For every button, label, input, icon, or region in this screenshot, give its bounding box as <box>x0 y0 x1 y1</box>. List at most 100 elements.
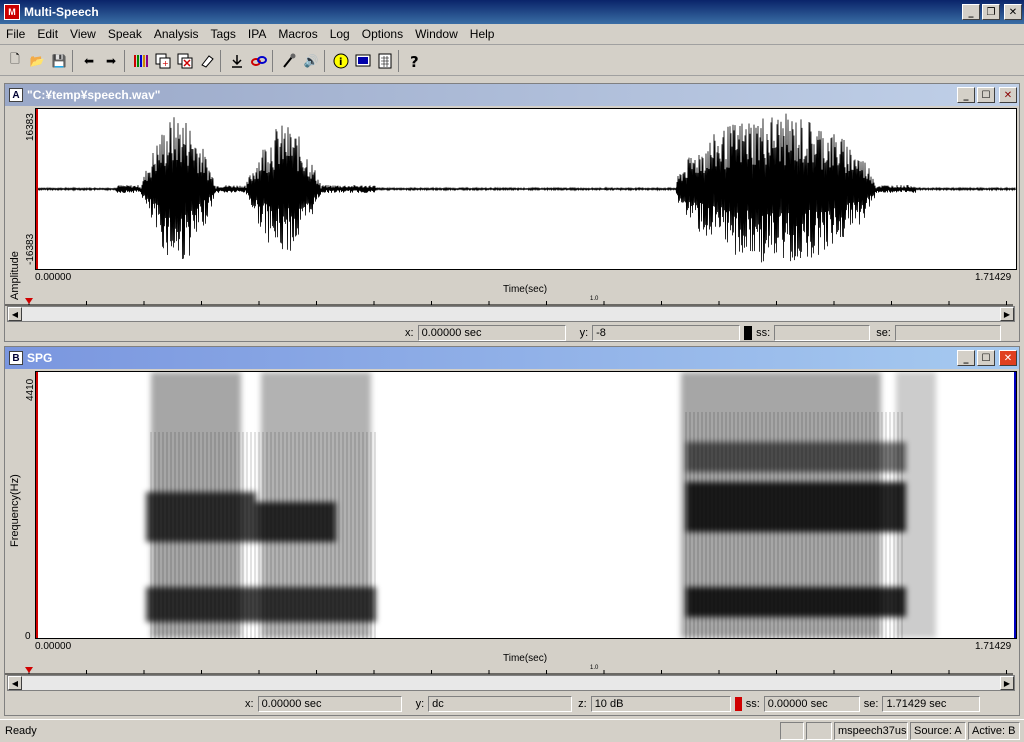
se-label: se: <box>876 327 891 339</box>
spectrogram-pane[interactable]: B SPG _ ☐ ✕ Frequency(Hz) 4410 0 0.00000… <box>4 346 1020 716</box>
microphone-icon[interactable] <box>278 50 300 72</box>
ss-label: ss: <box>745 698 760 710</box>
pane-minimize-button[interactable]: _ <box>957 350 975 366</box>
waveform-pane[interactable]: A "C:¥temp¥speech.wav" _ ☐ ✕ Amplitude 1… <box>4 83 1020 342</box>
open-folder-icon[interactable]: 📂 <box>26 50 48 72</box>
scroll-left-icon[interactable]: ◀ <box>8 676 22 690</box>
time-ruler[interactable]: 1.0 <box>5 296 1013 306</box>
ruler-mid-label: 1.0 <box>590 665 599 671</box>
x-value-field: 0.00000 sec <box>417 325 566 341</box>
y-value-field: dc <box>428 696 573 712</box>
status-empty-1 <box>780 722 804 740</box>
pane-maximize-button[interactable]: ☐ <box>977 350 995 366</box>
menu-speak[interactable]: Speak <box>102 27 148 41</box>
pane-letter: B <box>9 351 23 365</box>
eraser-icon[interactable] <box>196 50 218 72</box>
y-min-label: 0 <box>25 631 31 642</box>
spectrogram-region <box>146 587 376 622</box>
menu-view[interactable]: View <box>64 27 102 41</box>
menu-file[interactable]: File <box>0 27 31 41</box>
pane-maximize-button[interactable]: ☐ <box>977 87 995 103</box>
time-ruler[interactable]: 1.0 <box>5 665 1013 675</box>
status-source: Source: A <box>910 722 966 740</box>
end-marker[interactable] <box>1014 372 1016 638</box>
cursor-marker[interactable] <box>36 109 38 269</box>
ss-color-marker <box>744 326 753 340</box>
waveform-plot[interactable] <box>35 108 1017 270</box>
menu-tags[interactable]: Tags <box>205 27 242 41</box>
status-ready: Ready <box>5 725 37 737</box>
spectrogram-pane-titlebar[interactable]: B SPG _ ☐ ✕ <box>5 347 1019 369</box>
app-icon[interactable]: M <box>4 4 20 20</box>
download-icon[interactable] <box>226 50 248 72</box>
menu-edit[interactable]: Edit <box>31 27 64 41</box>
pane-close-button[interactable]: ✕ <box>999 87 1017 103</box>
pane-file-name: "C:¥temp¥speech.wav" <box>27 88 161 102</box>
waveform-trace <box>35 113 1016 263</box>
y-label: y: <box>415 698 425 710</box>
x-max-label: 1.71429 <box>975 641 1012 652</box>
start-marker-icon <box>25 298 33 304</box>
scroll-left-icon[interactable]: ◀ <box>8 307 22 321</box>
toolbar: 🗋 📂 💾 ⬅ ➡ + 🔊 i ? <box>0 46 1024 76</box>
restore-button[interactable]: ❐ <box>982 4 1000 20</box>
spectrogram-region <box>256 502 336 542</box>
pane-close-button[interactable]: ✕ <box>999 350 1017 366</box>
menu-analysis[interactable]: Analysis <box>148 27 205 41</box>
svg-text:i: i <box>339 57 342 68</box>
status-bar: Ready mspeech37use Source: A Active: B <box>0 719 1024 742</box>
monitor-icon[interactable] <box>352 50 374 72</box>
color-bars-icon[interactable] <box>130 50 152 72</box>
menu-bar: File Edit View Speak Analysis Tags IPA Macros Lo… <box>0 24 1024 45</box>
pane-minimize-button[interactable]: _ <box>957 87 975 103</box>
scroll-right-icon[interactable]: ▶ <box>1000 676 1014 690</box>
status-file: mspeech37use <box>834 722 908 740</box>
pane-name: SPG <box>27 351 53 365</box>
se-value-field: 1.71429 sec <box>882 696 981 712</box>
spectrogram-plot[interactable] <box>35 371 1017 639</box>
spectrogram-info-bar: x: 0.00000 sec y: dc z: 10 dB ss: 0.0000… <box>5 695 1019 713</box>
help-icon[interactable]: ? <box>404 50 426 72</box>
ss-value-field: 0.00000 sec <box>763 696 860 712</box>
y-axis-label: Frequency(Hz) <box>9 474 21 547</box>
x-axis-label: Time(sec) <box>503 653 548 664</box>
forward-arrow-icon[interactable]: ➡ <box>100 50 122 72</box>
spectrogram-region <box>686 442 906 472</box>
menu-options[interactable]: Options <box>356 27 409 41</box>
speaker-icon[interactable]: 🔊 <box>300 50 322 72</box>
horizontal-scrollbar[interactable]: ◀ ▶ <box>7 306 1015 322</box>
menu-help[interactable]: Help <box>464 27 501 41</box>
waveform-pane-titlebar[interactable]: A "C:¥temp¥speech.wav" _ ☐ ✕ <box>5 84 1019 106</box>
pane-letter: A <box>9 88 23 102</box>
ss-label: ss: <box>756 327 771 339</box>
cursor-marker[interactable] <box>36 372 38 638</box>
ruler-mid-label: 1.0 <box>590 296 599 302</box>
y-axis-label: Amplitude <box>9 251 21 300</box>
close-button[interactable]: ✕ <box>1004 4 1022 20</box>
back-arrow-icon[interactable]: ⬅ <box>78 50 100 72</box>
z-value-field: 10 dB <box>590 696 731 712</box>
menu-log[interactable]: Log <box>324 27 356 41</box>
new-file-icon[interactable]: 🗋 <box>4 50 26 72</box>
copy-window-icon[interactable]: + <box>152 50 174 72</box>
ss-color-marker <box>734 697 742 711</box>
minimize-button[interactable]: _ <box>962 4 980 20</box>
title-bar: M Multi-Speech _ ❐ ✕ <box>0 0 1024 24</box>
se-value-field <box>894 325 1001 341</box>
y-label: y: <box>579 327 589 339</box>
info-icon[interactable]: i <box>330 50 352 72</box>
menu-ipa[interactable]: IPA <box>242 27 272 41</box>
y-value-field: -8 <box>592 325 741 341</box>
scroll-right-icon[interactable]: ▶ <box>1000 307 1014 321</box>
calculator-icon[interactable] <box>374 50 396 72</box>
x-axis-label: Time(sec) <box>503 284 548 295</box>
save-icon[interactable]: 💾 <box>48 50 70 72</box>
spectrogram-graph <box>146 372 936 638</box>
status-empty-2 <box>806 722 832 740</box>
menu-macros[interactable]: Macros <box>272 27 323 41</box>
link-icon[interactable] <box>248 50 270 72</box>
menu-window[interactable]: Window <box>409 27 464 41</box>
close-window-icon[interactable] <box>174 50 196 72</box>
horizontal-scrollbar[interactable]: ◀ ▶ <box>7 675 1015 691</box>
x-label: x: <box>245 698 254 710</box>
